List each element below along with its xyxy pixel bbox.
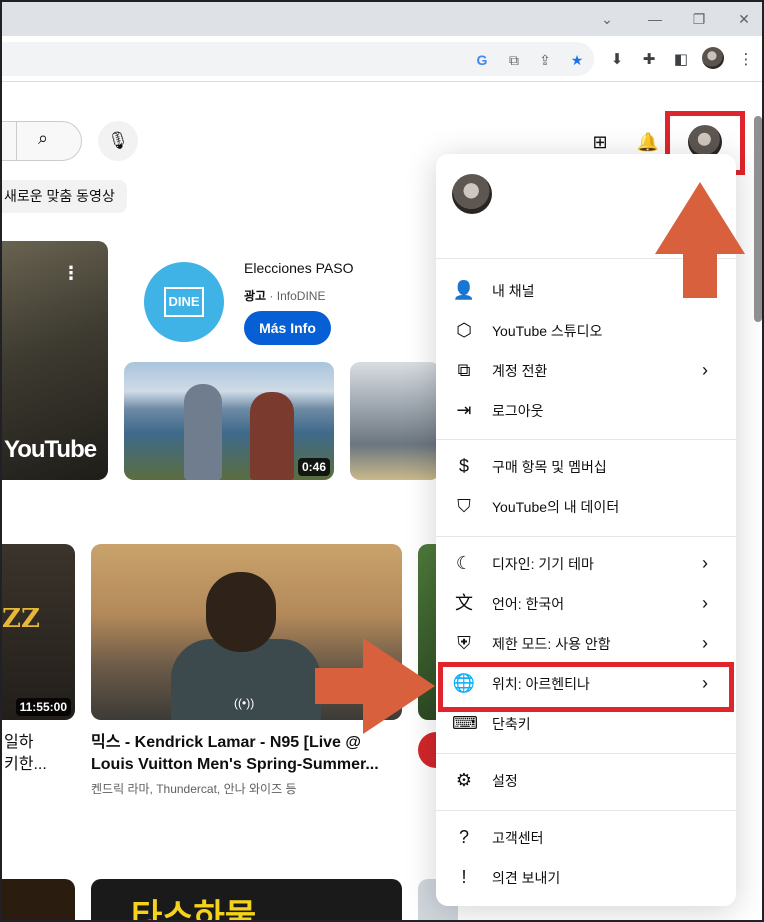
ad-meta: 광고 · InfoDINE xyxy=(244,289,326,303)
more-info-button[interactable]: Más Info xyxy=(244,311,331,345)
more-options-icon[interactable]: ⋮ xyxy=(62,263,80,284)
dollar-icon: $ xyxy=(458,456,469,476)
help-icon: ? xyxy=(458,827,469,847)
video-title[interactable]: 믹스 - Kendrick Lamar - N95 [Live @ Louis … xyxy=(91,732,391,776)
thumbnail-text: 타스하물 xyxy=(131,898,257,922)
arrow-up-shape xyxy=(655,182,745,298)
bell-icon[interactable]: 🔔 xyxy=(635,129,661,155)
ad-label: 광고 xyxy=(244,289,267,303)
jazz-text: ZZ xyxy=(2,604,40,634)
browser-titlebar: ⌄ — ❐ ✕ xyxy=(2,2,762,36)
person-figure xyxy=(206,572,276,652)
menu-item-studio[interactable]: ⬡ YouTube 스튜디오 xyxy=(436,310,736,350)
shield-person-icon: ⛉ xyxy=(457,496,471,516)
side-panel-icon[interactable]: ◧ xyxy=(670,49,692,71)
duration-badge: 0:46 xyxy=(297,458,330,476)
restore-button[interactable]: ❐ xyxy=(688,8,710,30)
chip-new-recommendations[interactable]: 새로운 맞춤 동영상 xyxy=(2,180,127,213)
person-icon: 👤 xyxy=(452,280,476,300)
dine-logo: DINE xyxy=(164,287,204,317)
google-icon[interactable]: G xyxy=(471,49,493,71)
moon-icon: ☾ xyxy=(455,553,473,573)
menu-item-label: 언어: 한국어 xyxy=(492,596,565,612)
menu-item-settings[interactable]: ⚙ 설정 xyxy=(436,760,736,800)
create-video-icon[interactable]: ⊞ xyxy=(587,129,613,155)
video-thumbnail-lake[interactable]: 0:46 xyxy=(124,362,334,480)
youtube-watermark: YouTube xyxy=(4,436,97,463)
open-in-new-icon[interactable]: ⧉ xyxy=(503,49,525,71)
divider xyxy=(436,439,736,440)
arrow-right-shape xyxy=(315,638,435,734)
duration-badge: 11:55:00 xyxy=(15,698,71,716)
microphone-icon[interactable]: 🎙 xyxy=(98,121,138,161)
divider xyxy=(436,810,736,811)
menu-item-label: 내 채널 xyxy=(492,283,535,299)
chevron-right-icon: › xyxy=(702,553,708,573)
menu-item-label: 단축키 xyxy=(492,716,531,732)
chevron-right-icon: › xyxy=(702,633,708,653)
menu-item-label: 제한 모드: 사용 안함 xyxy=(492,636,611,652)
highlight-box-location xyxy=(438,662,734,712)
ad-title[interactable]: Elecciones PASO xyxy=(244,260,353,276)
person-figure xyxy=(184,384,222,480)
search-divider xyxy=(16,122,17,160)
menu-item-label: 로그아웃 xyxy=(492,403,544,419)
menu-item-label: 설정 xyxy=(492,773,518,789)
feedback-icon: ! xyxy=(461,867,467,887)
keyboard-icon: ⌨ xyxy=(452,713,478,733)
gear-icon: ⚙ xyxy=(455,770,473,790)
menu-item-label: 디자인: 기기 테마 xyxy=(492,556,594,572)
menu-item-purchases[interactable]: $ 구매 항목 및 멤버십 xyxy=(436,446,736,486)
video-title[interactable]: 일하 키한... xyxy=(4,732,47,776)
menu-item-your-data[interactable]: ⛉ YouTube의 내 데이터 xyxy=(436,486,736,526)
person-figure xyxy=(250,392,294,480)
menu-item-label: 고객센터 xyxy=(492,830,544,846)
chevron-right-icon: › xyxy=(702,593,708,613)
arrow-right-annotation xyxy=(315,638,435,734)
menu-avatar xyxy=(452,174,492,214)
browser-profile-avatar[interactable] xyxy=(702,47,724,69)
menu-item-logout[interactable]: ⇥ 로그아웃 xyxy=(436,390,736,430)
star-icon[interactable]: ★ xyxy=(566,49,588,71)
menu-item-label: YouTube의 내 데이터 xyxy=(492,499,620,515)
tab-search-icon[interactable]: ⌄ xyxy=(596,8,618,30)
share-icon[interactable]: ⇪ xyxy=(534,49,556,71)
studio-icon: ⬡ xyxy=(456,320,472,340)
menu-item-label: YouTube 스튜디오 xyxy=(492,323,603,339)
video-thumbnail-jazz[interactable]: ZZ 11:55:00 xyxy=(2,544,75,720)
video-thumbnail-street[interactable] xyxy=(350,362,440,480)
video-thumbnail[interactable] xyxy=(2,879,75,920)
divider xyxy=(436,753,736,754)
live-icon: ((•)) xyxy=(234,696,255,710)
advertiser-name: InfoDINE xyxy=(276,289,326,303)
minimize-button[interactable]: — xyxy=(644,8,666,30)
download-icon[interactable]: ⬇ xyxy=(606,49,628,71)
more-icon[interactable]: ⋮ xyxy=(735,49,757,71)
chevron-right-icon: › xyxy=(702,360,708,380)
switch-account-icon: ⧉ xyxy=(457,360,471,380)
menu-item-switch-account[interactable]: ⧉ 계정 전환 › xyxy=(436,350,736,390)
menu-item-label: 구매 항목 및 멤버십 xyxy=(492,459,607,475)
video-meta: 켄드릭 라마, Thundercat, 안나 와이즈 등 xyxy=(91,782,297,796)
video-thumbnail-dark[interactable]: YouTube xyxy=(2,241,108,480)
close-button[interactable]: ✕ xyxy=(733,8,755,30)
video-thumbnail[interactable]: 타스하물 xyxy=(91,879,402,922)
divider xyxy=(436,536,736,537)
restricted-icon: ⛨ xyxy=(457,633,471,653)
logout-icon: ⇥ xyxy=(456,400,472,420)
page-scrollbar[interactable] xyxy=(754,116,762,322)
search-icon[interactable]: ⌕ xyxy=(38,128,48,149)
arrow-up-annotation xyxy=(655,182,745,298)
menu-item-language[interactable]: 文 언어: 한국어 › xyxy=(436,583,736,623)
menu-item-label: 계정 전환 xyxy=(492,363,548,379)
menu-item-help[interactable]: ? 고객센터 xyxy=(436,817,736,857)
translate-icon: 文 xyxy=(455,593,473,613)
menu-item-feedback[interactable]: ! 의견 보내기 xyxy=(436,857,736,897)
menu-item-restricted-mode[interactable]: ⛨ 제한 모드: 사용 안함 › xyxy=(436,623,736,663)
extensions-icon[interactable]: ✚ xyxy=(638,49,660,71)
menu-item-appearance[interactable]: ☾ 디자인: 기기 테마 › xyxy=(436,543,736,583)
menu-item-label: 의견 보내기 xyxy=(492,870,561,886)
screenshot-frame: ⌄ — ❐ ✕ G ⧉ ⇪ ★ ⬇ ✚ ◧ ⋮ ⌕ 🎙 ⊞ 🔔 새로운 맞춤 동… xyxy=(0,0,764,922)
